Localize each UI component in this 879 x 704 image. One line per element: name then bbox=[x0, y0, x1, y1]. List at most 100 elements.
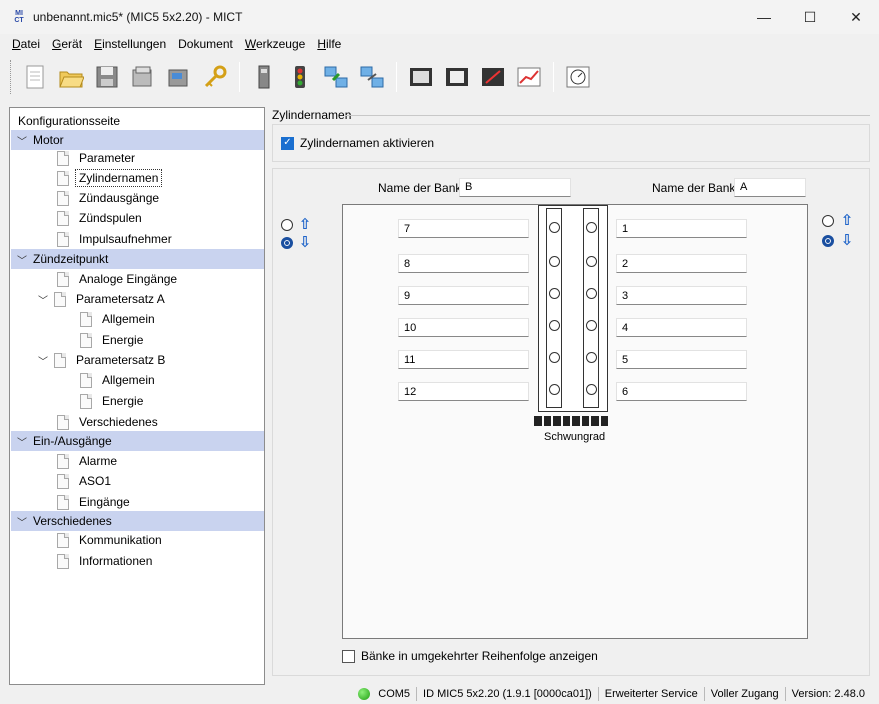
menu-werkzeuge[interactable]: Werkzeuge bbox=[239, 37, 311, 51]
page-icon bbox=[57, 532, 69, 548]
new-document-button[interactable] bbox=[19, 60, 51, 94]
cylinder-name-input[interactable]: 11 bbox=[398, 350, 529, 369]
arrow-up-icon: ⇧ bbox=[840, 212, 854, 229]
tree-item-zuendausgaenge[interactable]: Zündausgänge bbox=[57, 188, 159, 208]
tree-item-energie-a[interactable]: Energie bbox=[80, 330, 143, 350]
chevron-down-icon[interactable]: ﹀ bbox=[15, 434, 29, 449]
cylinder-circle bbox=[549, 288, 560, 299]
device-button[interactable] bbox=[248, 60, 280, 94]
configuration-tree[interactable]: Konfigurationsseite ﹀ Motor Parameter Zy… bbox=[9, 107, 265, 685]
folder-page-icon bbox=[54, 291, 66, 307]
tree-section-verschiedenes[interactable]: ﹀ Verschiedenes bbox=[11, 511, 264, 531]
chart-icon bbox=[517, 67, 541, 87]
cylinder-name-input[interactable]: 7 bbox=[398, 219, 529, 238]
tree-item-zuendspulen[interactable]: Zündspulen bbox=[57, 208, 142, 228]
tree-item-analoge-eingaenge[interactable]: Analoge Eingänge bbox=[57, 269, 177, 289]
tree-item-parametersatz-a[interactable]: ﹀ Parametersatz A bbox=[32, 289, 165, 309]
scroll-icon bbox=[446, 68, 468, 86]
monitor-button[interactable] bbox=[405, 60, 437, 94]
page-icon bbox=[57, 414, 69, 430]
left-order-up-radio[interactable] bbox=[281, 219, 293, 231]
save-button[interactable] bbox=[91, 60, 123, 94]
cylinder-name-input[interactable]: 2 bbox=[616, 254, 747, 273]
tree-item-alarme[interactable]: Alarme bbox=[57, 451, 117, 471]
maximize-button[interactable]: ☐ bbox=[787, 0, 833, 34]
page-icon bbox=[57, 210, 69, 226]
arrow-down-icon: ⇩ bbox=[840, 232, 854, 249]
traffic-light-button[interactable] bbox=[284, 60, 316, 94]
tree-item-parameter[interactable]: Parameter bbox=[57, 148, 135, 168]
right-order-up-radio[interactable] bbox=[822, 215, 834, 227]
tree-item-energie-b[interactable]: Energie bbox=[80, 391, 143, 411]
tree-item-impulsaufnehmer[interactable]: Impulsaufnehmer bbox=[57, 229, 172, 249]
chevron-down-icon[interactable]: ﹀ bbox=[36, 292, 50, 307]
right-order-down-radio[interactable] bbox=[822, 235, 834, 247]
disconnect-button[interactable] bbox=[356, 60, 388, 94]
read-device-button[interactable] bbox=[127, 60, 159, 94]
chevron-down-icon[interactable]: ﹀ bbox=[15, 133, 29, 148]
cylinder-bank-right bbox=[583, 208, 599, 408]
reverse-banks-option: Bänke in umgekehrter Reihenfolge anzeige… bbox=[342, 649, 598, 663]
gauge-button[interactable] bbox=[562, 60, 594, 94]
tree-item-parametersatz-b[interactable]: ﹀ Parametersatz B bbox=[32, 350, 165, 370]
tree-item-aso1[interactable]: ASO1 bbox=[57, 471, 111, 491]
tree-item-verschiedenes[interactable]: Verschiedenes bbox=[57, 412, 158, 432]
tree-item-zylindernamen[interactable]: Zylindernamen bbox=[57, 168, 163, 188]
cylinder-circle bbox=[586, 256, 597, 267]
open-folder-icon bbox=[59, 71, 84, 88]
cylinder-bank-left bbox=[546, 208, 562, 408]
left-order-down-radio[interactable] bbox=[281, 237, 293, 249]
reverse-banks-checkbox[interactable] bbox=[342, 649, 355, 663]
cylinder-name-input[interactable]: 8 bbox=[398, 254, 529, 273]
save-icon bbox=[96, 66, 118, 88]
tree-section-ein-ausgaenge[interactable]: ﹀ Ein-/Ausgänge bbox=[11, 431, 264, 451]
bank-name-right-label: Name der Bank: bbox=[652, 181, 739, 195]
cylinder-circle bbox=[586, 352, 597, 363]
tree-item-kommunikation[interactable]: Kommunikation bbox=[57, 530, 162, 550]
tree-item-allgemein-a[interactable]: Allgemein bbox=[80, 309, 155, 329]
chart-button[interactable] bbox=[513, 60, 545, 94]
tree-item-allgemein-b[interactable]: Allgemein bbox=[80, 370, 155, 390]
minimize-button[interactable]: — bbox=[741, 0, 787, 34]
write-device-button[interactable] bbox=[163, 60, 195, 94]
cylinder-name-input[interactable]: 9 bbox=[398, 286, 529, 305]
connection-status-icon bbox=[358, 688, 371, 700]
tree-item-eingaenge[interactable]: Eingänge bbox=[57, 492, 130, 512]
tree-item-informationen[interactable]: Informationen bbox=[57, 551, 152, 571]
close-button[interactable]: ✕ bbox=[833, 0, 879, 34]
cylinder-circle bbox=[549, 320, 560, 331]
cylinder-name-input[interactable]: 6 bbox=[616, 382, 747, 401]
toolbar-grip[interactable] bbox=[10, 60, 13, 94]
menu-datei[interactable]: Datei bbox=[6, 37, 46, 51]
open-button[interactable] bbox=[55, 60, 87, 94]
menu-geraet[interactable]: Gerät bbox=[46, 37, 88, 51]
cylinder-name-input[interactable]: 12 bbox=[398, 382, 529, 401]
cylinder-name-input[interactable]: 10 bbox=[398, 318, 529, 337]
tree-section-zuendzeitpunkt[interactable]: ﹀ Zündzeitpunkt bbox=[11, 249, 264, 269]
bank-name-right-input[interactable]: A bbox=[734, 178, 806, 197]
menu-dokument[interactable]: Dokument bbox=[172, 37, 239, 51]
chevron-down-icon[interactable]: ﹀ bbox=[15, 252, 29, 267]
chevron-down-icon[interactable]: ﹀ bbox=[36, 353, 50, 368]
enable-group: ✓ Zylindernamen aktivieren bbox=[272, 124, 870, 162]
cylinder-name-input[interactable]: 3 bbox=[616, 286, 747, 305]
oscilloscope-button[interactable] bbox=[477, 60, 509, 94]
scroll-button[interactable] bbox=[441, 60, 473, 94]
tree-section-motor[interactable]: ﹀ Motor bbox=[11, 130, 264, 150]
cylinder-name-input[interactable]: 5 bbox=[616, 350, 747, 369]
bank-name-left-input[interactable]: B bbox=[459, 178, 571, 197]
group-title: Zylindernamen bbox=[272, 108, 352, 122]
title-bar: MI CT unbenannt.mic5* (MIC5 5x2.20) - MIC… bbox=[0, 0, 879, 34]
menu-hilfe[interactable]: Hilfe bbox=[311, 37, 347, 51]
chevron-down-icon[interactable]: ﹀ bbox=[15, 514, 29, 529]
connect-button[interactable] bbox=[320, 60, 352, 94]
menu-einstellungen[interactable]: Einstellungen bbox=[88, 37, 172, 51]
cylinder-name-input[interactable]: 1 bbox=[616, 219, 747, 238]
status-separator bbox=[416, 687, 418, 701]
cylinder-circle bbox=[549, 256, 560, 267]
toolbar-separator bbox=[239, 62, 240, 92]
cylinder-name-input[interactable]: 4 bbox=[616, 318, 747, 337]
key-button[interactable] bbox=[199, 60, 231, 94]
status-separator bbox=[597, 687, 599, 701]
enable-cylinder-names-checkbox[interactable]: ✓ bbox=[281, 136, 294, 150]
